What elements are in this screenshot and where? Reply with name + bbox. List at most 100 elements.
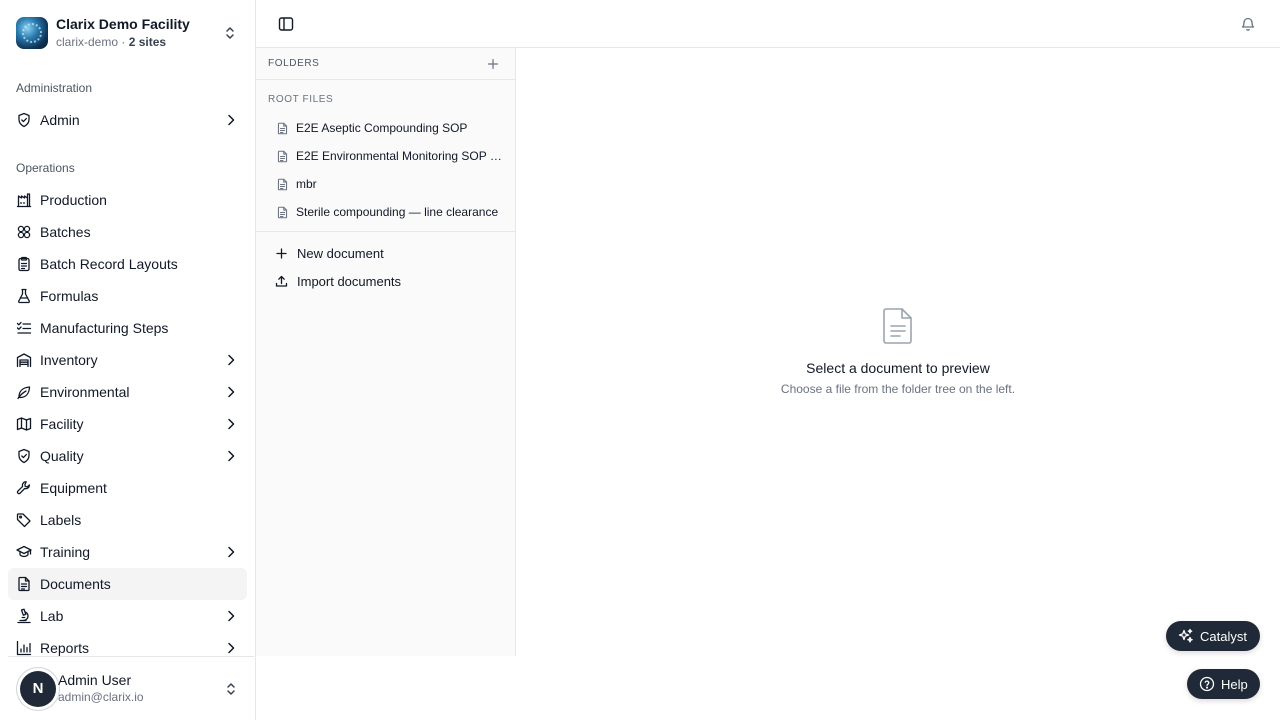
file-text-icon	[276, 122, 289, 135]
org-separator: ·	[121, 35, 126, 49]
sidebar-nav: Administration Admin Operations Production B…	[0, 72, 255, 656]
org-logo	[16, 17, 48, 49]
chevrons-up-down-icon	[223, 681, 239, 697]
sidebar-item-batch-record-layouts[interactable]: Batch Record Layouts	[8, 248, 247, 280]
file-text-icon	[16, 576, 32, 592]
upload-icon	[275, 275, 288, 288]
boxes-icon	[16, 224, 32, 240]
sidebar-item-lab[interactable]: Lab	[8, 600, 247, 632]
nav-section-title: Operations	[16, 161, 75, 175]
file-item[interactable]: E2E Aseptic Compounding SOP	[256, 114, 515, 142]
bar-chart-icon	[16, 640, 32, 656]
sidebar-item-admin[interactable]: Admin	[8, 104, 247, 136]
sidebar-item-labels[interactable]: Labels	[8, 504, 247, 536]
sidebar-item-equipment[interactable]: Equipment	[8, 472, 247, 504]
file-item[interactable]: Sterile compounding — line clearance	[256, 198, 515, 226]
import-documents-label: Import documents	[297, 273, 402, 289]
folder-panel-header: FOLDERS	[256, 48, 515, 80]
sidebar-item-label: Environmental	[40, 384, 130, 400]
sidebar-item-label: Manufacturing Steps	[40, 320, 169, 336]
user-email: admin@clarix.io	[58, 690, 144, 704]
sidebar-item-label: Documents	[40, 576, 111, 592]
chevron-right-icon	[223, 384, 239, 400]
chevron-right-icon	[223, 112, 239, 128]
chevron-right-icon	[223, 416, 239, 432]
nav-section-title: Administration	[16, 81, 93, 95]
file-name: E2E Environmental Monitoring SOP 1778174…	[296, 149, 504, 163]
sidebar-item-facility[interactable]: Facility	[8, 408, 247, 440]
catalyst-label: Catalyst	[1200, 628, 1247, 644]
help-button[interactable]: Help	[1187, 669, 1260, 699]
sidebar-item-label: Admin	[40, 112, 80, 128]
org-subtitle: clarix-demo · 2 sites	[56, 34, 246, 50]
sidebar-item-label: Batch Record Layouts	[40, 256, 178, 272]
sidebar-item-formulas[interactable]: Formulas	[8, 280, 247, 312]
file-text-icon	[881, 307, 915, 345]
file-item[interactable]: mbr	[256, 170, 515, 198]
sidebar-item-production[interactable]: Production	[8, 184, 247, 216]
map-icon	[16, 416, 32, 432]
file-name: E2E Aseptic Compounding SOP	[296, 121, 468, 135]
sidebar-item-label: Reports	[40, 640, 90, 656]
sidebar-item-quality[interactable]: Quality	[8, 440, 247, 472]
clipboard-icon	[16, 256, 32, 272]
help-circle-icon	[1199, 676, 1215, 692]
org-switcher[interactable]: Clarix Demo Facility clarix-demo · 2 sit…	[16, 16, 246, 50]
folder-panel: FOLDERS ROOT FILES E2E Aseptic Compoundi…	[256, 48, 516, 656]
sidebar-item-environmental[interactable]: Environmental	[8, 376, 247, 408]
sidebar: Clarix Demo Facility clarix-demo · 2 sit…	[0, 0, 256, 720]
file-list: E2E Aseptic Compounding SOP E2E Environme…	[256, 114, 515, 226]
root-files-label: ROOT FILES	[268, 94, 334, 105]
file-name: Sterile compounding — line clearance	[296, 205, 499, 219]
factory-icon	[16, 192, 32, 208]
sidebar-item-label: Facility	[40, 416, 84, 432]
sidebar-toggle-icon[interactable]	[278, 16, 294, 32]
chevron-right-icon	[223, 448, 239, 464]
flask-icon	[16, 288, 32, 304]
sidebar-item-label: Inventory	[40, 352, 98, 368]
catalyst-button[interactable]: Catalyst	[1166, 621, 1260, 651]
shield-check-icon	[16, 448, 32, 464]
sidebar-item-training[interactable]: Training	[8, 536, 247, 568]
chevron-right-icon	[223, 608, 239, 624]
sidebar-item-label: Labels	[40, 512, 82, 528]
top-bar	[256, 0, 1280, 48]
sidebar-item-batches[interactable]: Batches	[8, 216, 247, 248]
shield-check-icon	[16, 112, 32, 128]
leaf-icon	[16, 384, 32, 400]
chevron-right-icon	[223, 352, 239, 368]
file-item[interactable]: E2E Environmental Monitoring SOP 1778174…	[256, 142, 515, 170]
file-text-icon	[276, 150, 289, 163]
sidebar-item-inventory[interactable]: Inventory	[8, 344, 247, 376]
import-documents-button[interactable]: Import documents	[256, 267, 515, 295]
sidebar-item-manufacturing-steps[interactable]: Manufacturing Steps	[8, 312, 247, 344]
chevron-right-icon	[223, 544, 239, 560]
file-text-icon	[276, 178, 289, 191]
sidebar-item-documents[interactable]: Documents	[8, 568, 247, 600]
new-document-button[interactable]: New document	[256, 239, 515, 267]
sidebar-item-reports[interactable]: Reports	[8, 632, 247, 656]
empty-state-subtitle: Choose a file from the folder tree on th…	[780, 382, 1016, 396]
tag-icon	[16, 512, 32, 528]
bell-icon[interactable]	[1240, 16, 1256, 32]
sidebar-item-label: Formulas	[40, 288, 99, 304]
plus-icon	[275, 247, 288, 260]
chevron-right-icon	[223, 640, 239, 656]
chevrons-up-down-icon	[222, 25, 238, 41]
sidebar-item-label: Training	[40, 544, 91, 560]
user-menu[interactable]: N Admin User admin@clarix.io	[8, 656, 254, 720]
org-slug: clarix-demo	[56, 35, 119, 49]
sidebar-item-label: Equipment	[40, 480, 107, 496]
sidebar-item-label: Production	[40, 192, 107, 208]
microscope-icon	[16, 608, 32, 624]
add-folder-icon[interactable]	[487, 58, 499, 70]
document-preview: Select a document to preview Choose a fi…	[516, 48, 1280, 656]
wrench-icon	[16, 480, 32, 496]
empty-state-title: Select a document to preview	[806, 360, 990, 376]
avatar: N	[20, 670, 56, 707]
graduation-cap-icon	[16, 544, 32, 560]
sparkles-icon	[1178, 628, 1194, 644]
warehouse-icon	[16, 352, 32, 368]
list-checks-icon	[16, 320, 32, 336]
sidebar-item-label: Batches	[40, 224, 91, 240]
